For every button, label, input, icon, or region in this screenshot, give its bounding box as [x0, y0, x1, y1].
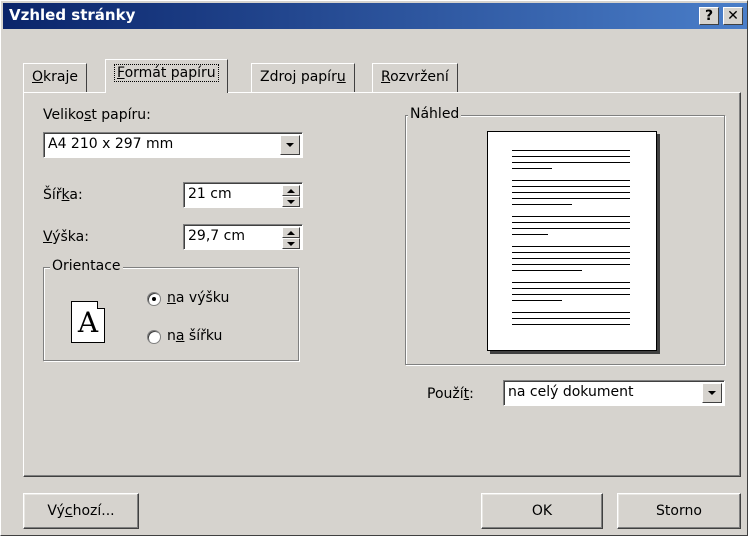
portrait-page-icon: A [71, 301, 105, 343]
spin-down-icon[interactable] [282, 196, 300, 207]
width-label: Šířka: [43, 187, 83, 203]
landscape-label[interactable]: na šířku [167, 328, 222, 344]
landscape-radio[interactable] [147, 330, 161, 344]
dialog-title: Vzhled stránky [9, 6, 136, 24]
title-bar: Vzhled stránky ? ✕ [3, 3, 747, 29]
width-value: 21 cm [188, 186, 232, 202]
tab-format-papiru[interactable]: Formát papíru [105, 59, 228, 93]
tab-okraje[interactable]: Okraje [23, 63, 87, 92]
cancel-button[interactable]: Storno [617, 493, 741, 529]
page-preview [487, 131, 657, 351]
dropdown-arrow-icon[interactable] [702, 383, 722, 403]
height-value: 29,7 cm [188, 228, 245, 244]
apply-to-label: Použít: [427, 386, 474, 402]
apply-to-select[interactable]: na celý dokument [503, 380, 725, 406]
height-spinner[interactable]: 29,7 cm [183, 224, 303, 250]
page-setup-dialog: Vzhled stránky ? ✕ Okraje Formát papíru … [0, 0, 748, 536]
ok-button[interactable]: OK [481, 493, 603, 529]
spin-up-icon[interactable] [282, 185, 300, 196]
tab-rozvrzeni[interactable]: Rozvržení [372, 63, 458, 92]
default-button[interactable]: Výchozí... [23, 493, 139, 529]
portrait-label[interactable]: na výšku [167, 290, 229, 306]
height-label: Výška: [43, 229, 89, 245]
apply-to-value: na celý dokument [508, 384, 634, 400]
paper-size-value: A4 210 x 297 mm [48, 136, 174, 152]
paper-size-select[interactable]: A4 210 x 297 mm [43, 132, 303, 158]
orientation-title: Orientace [50, 258, 123, 274]
help-button[interactable]: ? [699, 7, 719, 25]
dropdown-arrow-icon[interactable] [280, 135, 300, 155]
portrait-radio[interactable] [147, 292, 161, 306]
close-button[interactable]: ✕ [723, 7, 743, 25]
spin-up-icon[interactable] [282, 227, 300, 238]
spin-down-icon[interactable] [282, 238, 300, 249]
width-spinner[interactable]: 21 cm [183, 182, 303, 208]
paper-size-label: Velikost papíru: [43, 107, 151, 123]
tab-zdroj-papiru[interactable]: Zdroj papíru [251, 63, 355, 92]
preview-title: Náhled [408, 106, 462, 122]
